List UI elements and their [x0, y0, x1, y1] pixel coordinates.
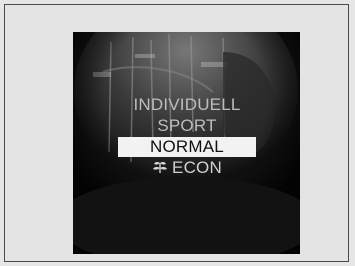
econ-leaf-icon — [153, 161, 168, 174]
display-screen: INDIVIDUELL SPORT NORMAL ECON — [73, 32, 300, 254]
mode-option-econ[interactable]: ECON — [118, 158, 256, 178]
mode-option-normal-selected[interactable]: NORMAL — [118, 137, 256, 157]
drive-mode-menu: INDIVIDUELL SPORT NORMAL ECON — [73, 32, 300, 254]
mode-label: SPORT — [157, 116, 217, 135]
mode-option-individuell[interactable]: INDIVIDUELL — [118, 95, 256, 115]
mode-label: ECON — [172, 158, 222, 177]
mode-label: INDIVIDUELL — [133, 95, 241, 114]
mode-label: NORMAL — [150, 137, 224, 156]
figure-frame: INDIVIDUELL SPORT NORMAL ECON — [4, 4, 349, 262]
mode-option-sport[interactable]: SPORT — [118, 116, 256, 136]
